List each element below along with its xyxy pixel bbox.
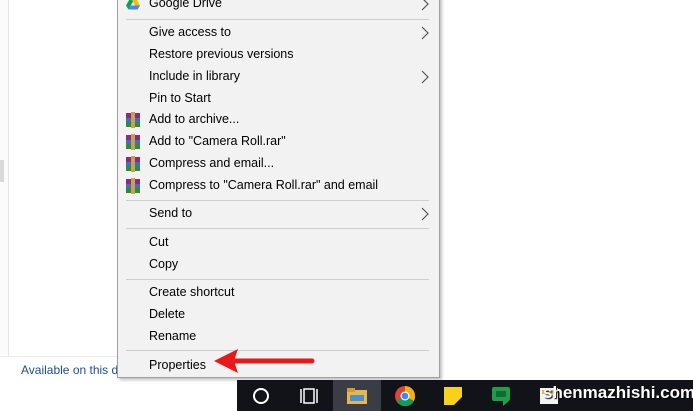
menu-item-label: Add to archive... bbox=[149, 112, 240, 126]
task-view-icon bbox=[300, 388, 318, 404]
task-view-button[interactable] bbox=[285, 380, 333, 411]
menu-item-label: Google Drive bbox=[149, 0, 222, 10]
menu-item-label: Properties bbox=[149, 358, 206, 372]
chrome-icon bbox=[395, 386, 416, 407]
availability-status-text: Available on this d bbox=[21, 363, 119, 377]
menu-item-label: Give access to bbox=[149, 25, 231, 39]
winrar-icon bbox=[125, 134, 141, 150]
menu-item-copy[interactable]: Copy bbox=[118, 254, 439, 276]
menu-item-label: Pin to Start bbox=[149, 91, 211, 105]
menu-item-compress-and-email[interactable]: Compress and email... bbox=[118, 153, 439, 175]
hangouts-button[interactable] bbox=[477, 380, 525, 411]
menu-item-label: Restore previous versions bbox=[149, 47, 294, 61]
menu-item-google-drive[interactable]: Google Drive bbox=[118, 0, 439, 15]
hangouts-icon bbox=[492, 387, 510, 406]
winrar-icon bbox=[125, 156, 141, 172]
winrar-icon bbox=[125, 112, 141, 128]
scrollbar-thumb[interactable] bbox=[0, 160, 4, 182]
menu-item-label: Send to bbox=[149, 206, 193, 220]
menu-item-label: Cut bbox=[149, 235, 169, 249]
chevron-right-icon bbox=[421, 70, 429, 84]
menu-item-label: Copy bbox=[149, 257, 179, 271]
menu-item-send-to[interactable]: Send to bbox=[118, 203, 439, 225]
menu-separator bbox=[126, 200, 429, 201]
chevron-right-icon bbox=[421, 207, 429, 221]
menu-item-cut[interactable]: Cut bbox=[118, 232, 439, 254]
menu-item-label: Compress and email... bbox=[149, 156, 275, 170]
menu-separator bbox=[126, 228, 429, 229]
chrome-button[interactable] bbox=[381, 380, 429, 411]
menu-item-label: Add to "Camera Roll.rar" bbox=[149, 134, 286, 148]
red-arrow-icon bbox=[214, 349, 315, 373]
menu-separator bbox=[126, 279, 429, 280]
cortana-circle-icon bbox=[253, 388, 269, 404]
menu-separator bbox=[126, 19, 429, 20]
menu-item-delete[interactable]: Delete bbox=[118, 304, 439, 326]
menu-item-label: Compress to "Camera Roll.rar" and email bbox=[149, 178, 379, 192]
winrar-icon bbox=[125, 178, 141, 194]
menu-item-label: Rename bbox=[149, 329, 197, 343]
context-menu: Google Drive Give access to Restore prev… bbox=[117, 0, 440, 378]
menu-item-give-access[interactable]: Give access to bbox=[118, 22, 439, 44]
menu-item-compress-to-rar-and-email[interactable]: Compress to "Camera Roll.rar" and email bbox=[118, 175, 439, 197]
menu-item-restore-previous-versions[interactable]: Restore previous versions bbox=[118, 44, 439, 66]
chevron-right-icon bbox=[421, 26, 429, 40]
file-explorer-icon bbox=[347, 388, 367, 404]
menu-item-label: Create shortcut bbox=[149, 285, 235, 299]
cortana-button[interactable] bbox=[237, 380, 285, 411]
menu-item-include-in-library[interactable]: Include in library bbox=[118, 66, 439, 88]
file-explorer-button[interactable] bbox=[333, 380, 381, 411]
menu-item-rename[interactable]: Rename bbox=[118, 326, 439, 348]
google-drive-icon bbox=[125, 0, 141, 12]
menu-item-pin-to-start[interactable]: Pin to Start bbox=[118, 88, 439, 110]
chevron-right-icon bbox=[421, 0, 429, 11]
sticky-notes-button[interactable] bbox=[429, 380, 477, 411]
menu-item-add-to-archive[interactable]: Add to archive... bbox=[118, 109, 439, 131]
menu-item-label: Delete bbox=[149, 307, 186, 321]
sticky-notes-icon bbox=[444, 387, 462, 405]
menu-item-add-to-rar[interactable]: Add to "Camera Roll.rar" bbox=[118, 131, 439, 153]
menu-item-label: Include in library bbox=[149, 69, 241, 83]
menu-item-create-shortcut[interactable]: Create shortcut bbox=[118, 282, 439, 304]
watermark-text: shenmazhishi.com bbox=[543, 383, 693, 402]
